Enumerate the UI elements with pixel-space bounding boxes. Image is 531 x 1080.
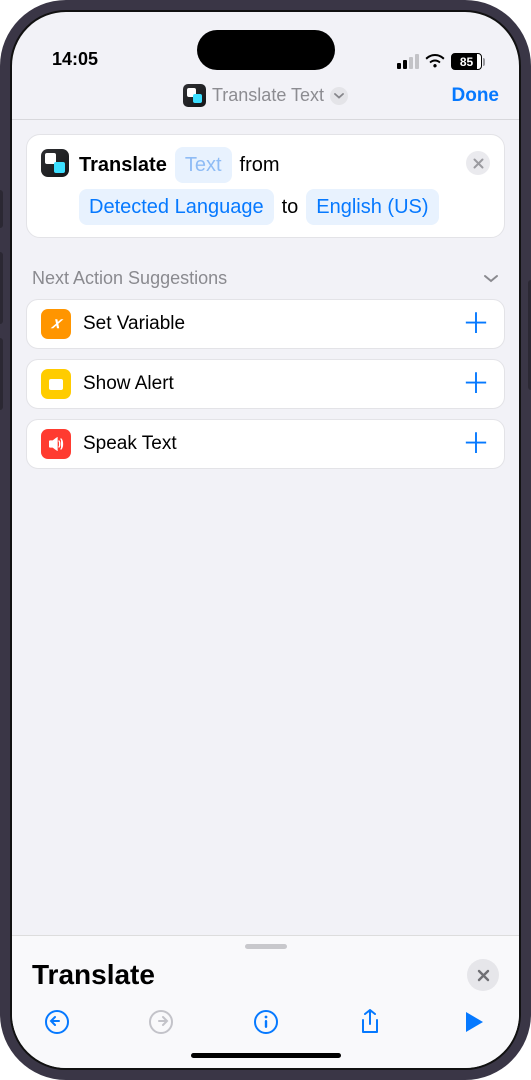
editor-canvas[interactable]: Translate Text from Detected Language to… bbox=[12, 120, 519, 935]
suggestions-header[interactable]: Next Action Suggestions bbox=[32, 268, 499, 289]
speaker-icon bbox=[41, 429, 71, 459]
chevron-down-icon bbox=[483, 274, 499, 284]
bottom-sheet: Translate bbox=[12, 935, 519, 1068]
suggestion-label: Set Variable bbox=[83, 313, 450, 335]
home-indicator bbox=[191, 1053, 341, 1058]
suggestion-label: Show Alert bbox=[83, 373, 450, 395]
done-button[interactable]: Done bbox=[452, 72, 500, 119]
status-time: 14:05 bbox=[52, 49, 98, 70]
cellular-icon bbox=[397, 54, 419, 69]
dynamic-island bbox=[197, 30, 335, 70]
param-text[interactable]: Text bbox=[175, 147, 232, 183]
delete-action-button[interactable] bbox=[466, 151, 490, 175]
chevron-down-icon bbox=[330, 87, 348, 105]
sheet-grabber[interactable] bbox=[245, 944, 287, 949]
translate-app-icon bbox=[183, 84, 206, 107]
suggestion-set-variable[interactable]: 𝑥 Set Variable ＋ bbox=[26, 299, 505, 349]
action-to-label: to bbox=[282, 190, 299, 224]
undo-button[interactable] bbox=[42, 1007, 72, 1037]
action-from-label: from bbox=[240, 148, 280, 182]
param-target-language[interactable]: English (US) bbox=[306, 189, 438, 225]
translate-action-card[interactable]: Translate Text from Detected Language to… bbox=[26, 134, 505, 238]
redo-button bbox=[146, 1007, 176, 1037]
suggestion-label: Speak Text bbox=[83, 433, 450, 455]
suggestions-header-label: Next Action Suggestions bbox=[32, 268, 227, 289]
variable-icon: 𝑥 bbox=[41, 309, 71, 339]
info-button[interactable] bbox=[251, 1007, 281, 1037]
suggestion-show-alert[interactable]: Show Alert ＋ bbox=[26, 359, 505, 409]
shortcut-title: Translate Text bbox=[212, 85, 324, 106]
suggestion-speak-text[interactable]: Speak Text ＋ bbox=[26, 419, 505, 469]
param-source-language[interactable]: Detected Language bbox=[79, 189, 274, 225]
close-sheet-button[interactable] bbox=[467, 959, 499, 991]
battery-percent: 85 bbox=[460, 55, 473, 69]
wifi-icon bbox=[425, 54, 445, 69]
action-verb: Translate bbox=[79, 148, 167, 182]
alert-icon bbox=[41, 369, 71, 399]
shortcut-title-button[interactable]: Translate Text bbox=[183, 84, 348, 107]
toolbar bbox=[12, 1001, 519, 1045]
sheet-title: Translate bbox=[32, 959, 155, 991]
run-button[interactable] bbox=[459, 1007, 489, 1037]
translate-action-icon bbox=[41, 149, 69, 177]
battery-icon: 85 bbox=[451, 53, 485, 70]
navigation-bar: Translate Text Done bbox=[12, 72, 519, 120]
share-button[interactable] bbox=[355, 1007, 385, 1037]
